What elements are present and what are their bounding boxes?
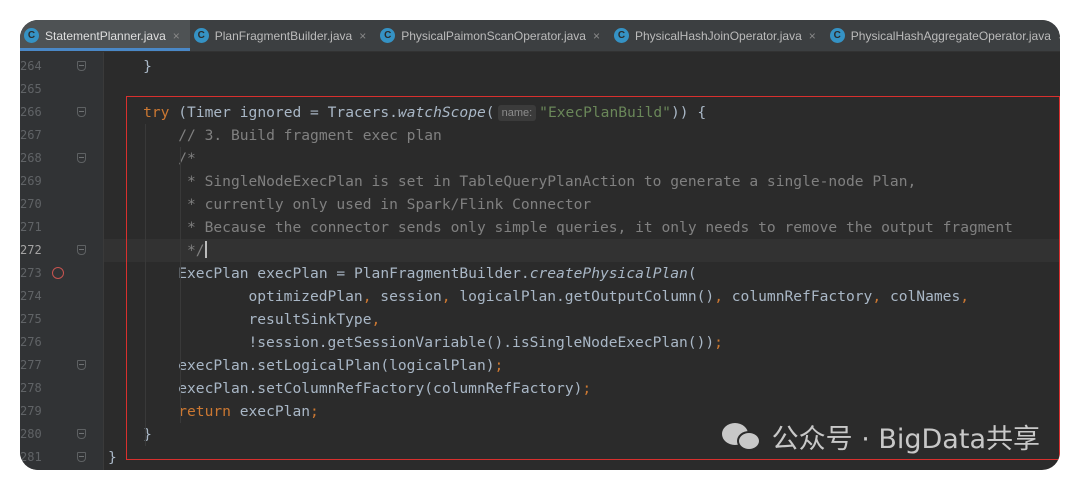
line-number: 266 bbox=[20, 105, 42, 119]
line-number: 278 bbox=[20, 381, 42, 395]
line-number: 265 bbox=[20, 82, 42, 96]
tab-label: StatementPlanner.java bbox=[45, 28, 166, 43]
wechat-icon bbox=[721, 421, 762, 453]
ide-window: C StatementPlanner.java × C PlanFragmentBuil… bbox=[20, 20, 1060, 470]
code-text: } bbox=[143, 55, 152, 78]
line-number: 267 bbox=[20, 128, 42, 142]
line-number: 268 bbox=[20, 151, 42, 165]
fold-marker-icon[interactable] bbox=[77, 245, 86, 255]
line-number: 277 bbox=[20, 358, 42, 372]
line-number: 269 bbox=[20, 174, 42, 188]
tab-planfragmentbuilder[interactable]: C PlanFragmentBuilder.java × bbox=[190, 20, 376, 51]
tab-physicalpaimonscanoperator[interactable]: C PhysicalPaimonScanOperator.java × bbox=[376, 20, 610, 51]
code-token: } bbox=[143, 58, 152, 75]
close-icon[interactable]: × bbox=[173, 29, 180, 43]
line-number: 275 bbox=[20, 312, 42, 326]
annotation-highlight-box bbox=[126, 96, 1060, 460]
line-number: 280 bbox=[20, 427, 42, 441]
close-icon[interactable]: × bbox=[809, 29, 816, 43]
breakpoint-icon[interactable] bbox=[52, 267, 64, 279]
line-number: 271 bbox=[20, 220, 42, 234]
tab-label: PhysicalPaimonScanOperator.java bbox=[401, 28, 586, 43]
line-number: 281 bbox=[20, 450, 42, 464]
code-text: } bbox=[108, 446, 117, 469]
tab-physicalhashjoinoperator[interactable]: C PhysicalHashJoinOperator.java × bbox=[610, 20, 826, 51]
code-line[interactable]: 264} bbox=[20, 55, 1060, 78]
line-number: 279 bbox=[20, 404, 42, 418]
line-number: 264 bbox=[20, 59, 42, 73]
tab-label: PhysicalHashJoinOperator.java bbox=[634, 28, 802, 43]
line-number: 272 bbox=[20, 243, 42, 257]
indent-guide bbox=[180, 147, 182, 423]
fold-marker-icon[interactable] bbox=[77, 452, 86, 462]
fold-marker-icon[interactable] bbox=[77, 107, 86, 117]
java-class-icon: C bbox=[380, 28, 396, 43]
java-class-icon: C bbox=[613, 28, 629, 43]
fold-marker-icon[interactable] bbox=[77, 360, 86, 370]
java-class-icon: C bbox=[24, 28, 39, 43]
editor-tab-bar: C StatementPlanner.java × C PlanFragmentBuil… bbox=[20, 20, 1060, 52]
line-number: 270 bbox=[20, 197, 42, 211]
java-class-icon: C bbox=[193, 28, 209, 43]
close-icon[interactable]: × bbox=[593, 29, 600, 43]
fold-marker-icon[interactable] bbox=[77, 153, 86, 163]
tab-statementplanner[interactable]: C StatementPlanner.java × bbox=[20, 20, 190, 51]
fold-marker-icon[interactable] bbox=[77, 61, 86, 71]
tab-label: PhysicalHashAggregateOperator.java bbox=[850, 28, 1051, 43]
fold-marker-icon[interactable] bbox=[77, 429, 86, 439]
tab-physicalhashaggregateoperator[interactable]: C PhysicalHashAggregateOperator.java × bbox=[826, 20, 1060, 51]
watermark-text: 公众号 · BigData共享 bbox=[771, 424, 1040, 455]
code-token: } bbox=[108, 449, 117, 466]
close-icon[interactable]: × bbox=[1058, 29, 1060, 43]
watermark: 公众号 · BigData共享 bbox=[721, 417, 1040, 456]
close-icon[interactable]: × bbox=[359, 29, 366, 43]
line-number: 276 bbox=[20, 335, 42, 349]
line-number: 274 bbox=[20, 289, 42, 303]
tab-label: PlanFragmentBuilder.java bbox=[214, 28, 353, 43]
indent-guide bbox=[145, 124, 147, 446]
java-class-icon: C bbox=[829, 28, 845, 43]
